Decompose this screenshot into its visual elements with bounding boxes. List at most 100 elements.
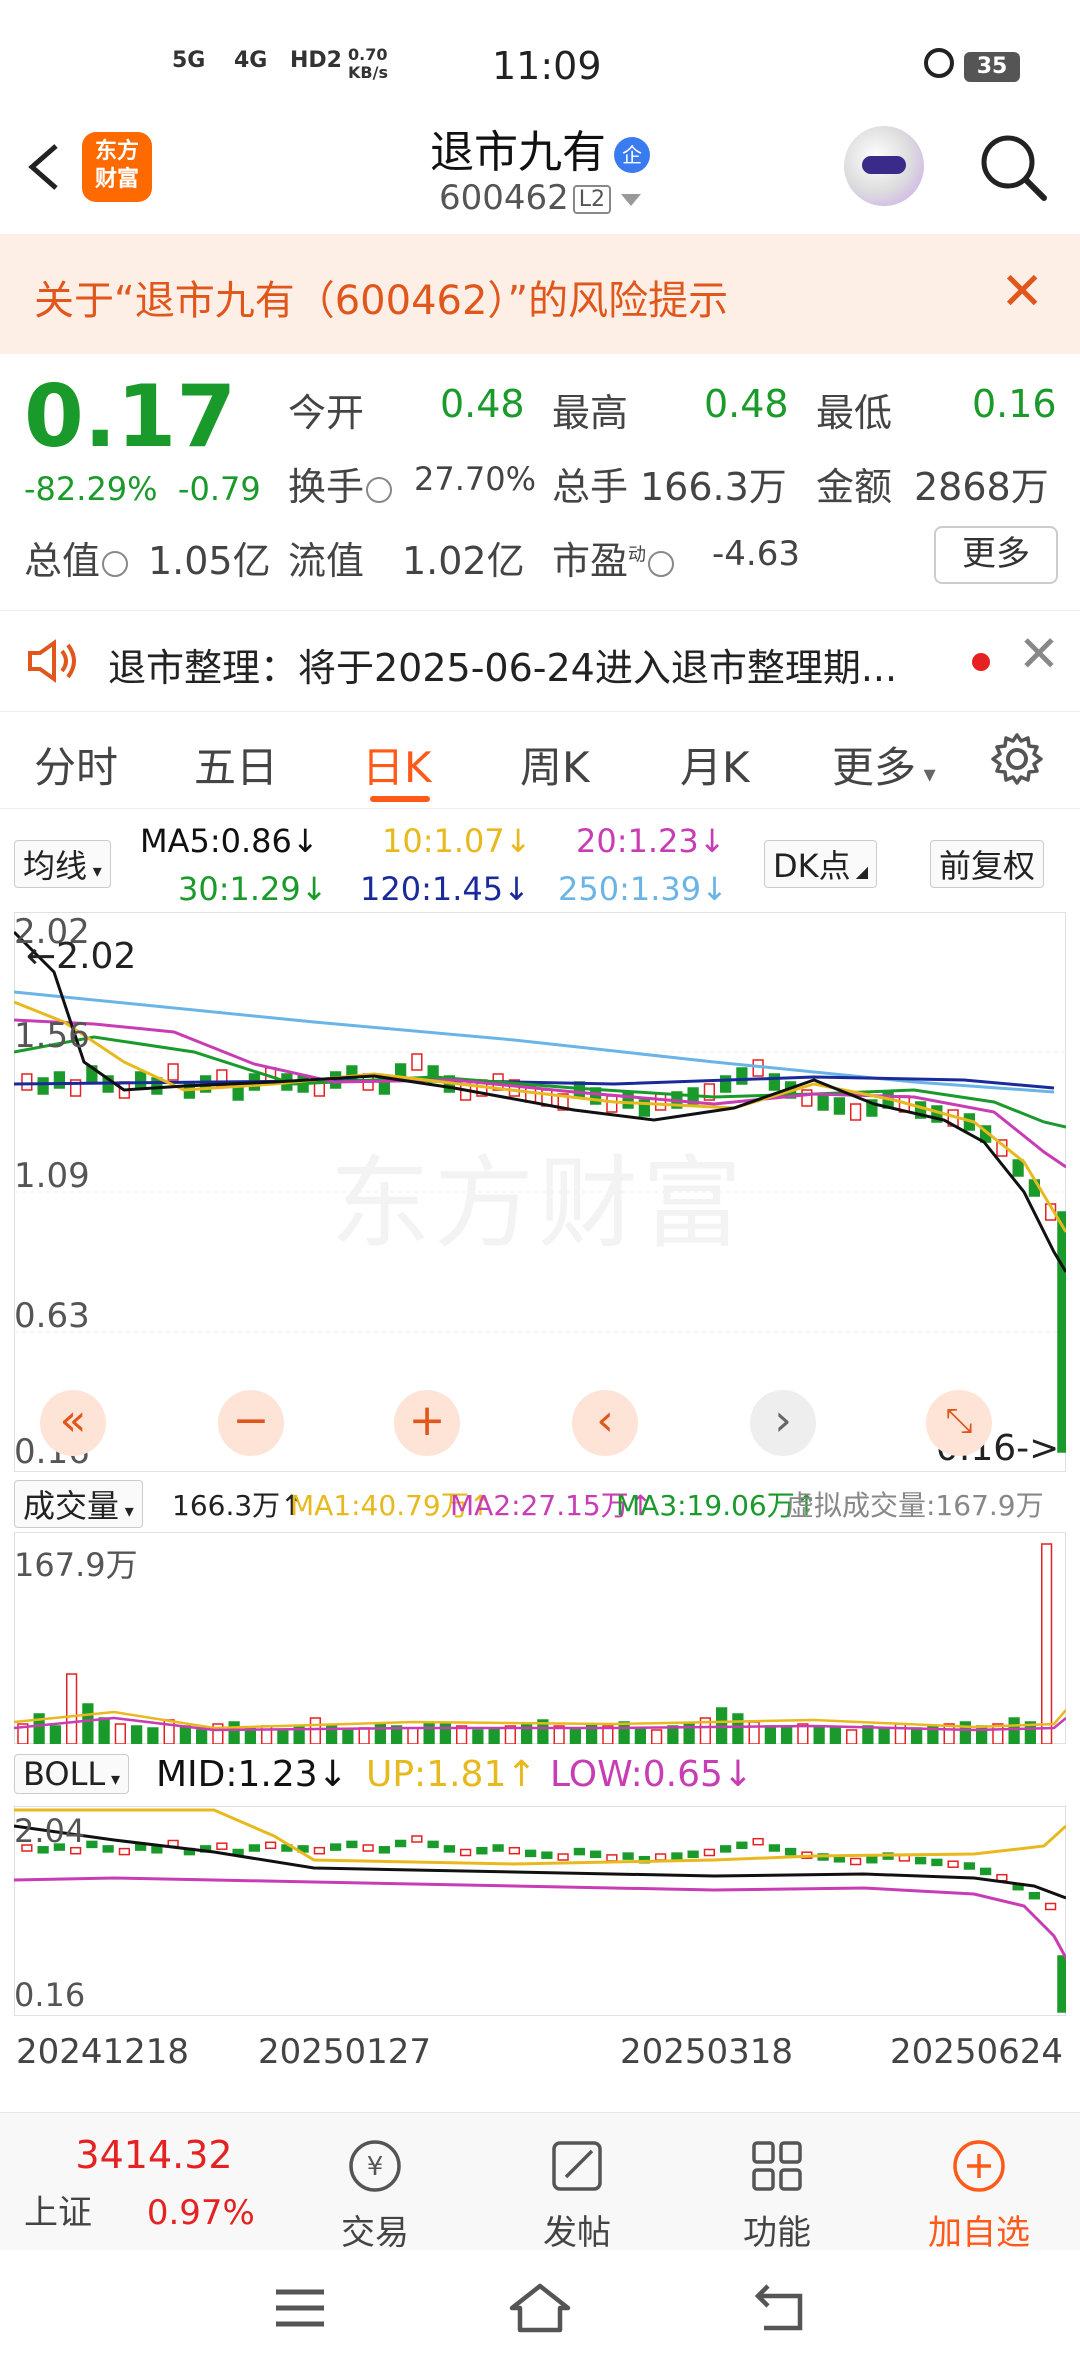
date-axis: 20241218 20250127 20250318 20250624 bbox=[0, 2028, 1080, 2078]
candle bbox=[606, 1854, 618, 1862]
candle bbox=[1028, 1891, 1040, 1900]
candle bbox=[736, 1067, 748, 1085]
info-icon[interactable] bbox=[366, 476, 393, 503]
back-icon[interactable] bbox=[752, 2282, 808, 2334]
menu-icon[interactable] bbox=[272, 2286, 328, 2330]
nav-add-watchlist[interactable]: 加自选 bbox=[914, 2113, 1044, 2254]
candle bbox=[265, 1841, 277, 1850]
candle bbox=[37, 1077, 49, 1095]
candle bbox=[488, 1727, 500, 1744]
info-icon[interactable] bbox=[648, 550, 675, 577]
candle bbox=[703, 1848, 715, 1857]
tab-intraday[interactable]: 分时 bbox=[34, 734, 118, 795]
gear-icon[interactable] bbox=[990, 732, 1044, 786]
edit-icon bbox=[552, 2141, 602, 2191]
battery-icon: 35 bbox=[964, 52, 1020, 82]
candle bbox=[1057, 1211, 1066, 1453]
candle bbox=[135, 1071, 147, 1089]
candle bbox=[862, 1725, 874, 1744]
tab-five-day[interactable]: 五日 bbox=[194, 734, 278, 795]
boll-chart[interactable]: 2.04 0.16 bbox=[14, 1806, 1066, 2016]
indicator-select[interactable]: 均线 ▾ bbox=[14, 840, 111, 888]
candle bbox=[878, 1727, 890, 1744]
adjust-select[interactable]: 前复权 bbox=[930, 840, 1045, 888]
candle bbox=[151, 1846, 163, 1854]
volume-label: 总手 bbox=[552, 465, 629, 509]
y-label-3: 1.09 bbox=[14, 1156, 90, 1196]
net-speed: 0.70 KB/s bbox=[348, 45, 388, 82]
ma250-value: 250:1.39↓ bbox=[558, 870, 728, 908]
kline-chart[interactable]: 东方财富 2.02 1.56 1.09 0.63 0.16 ←2.02 0.16… bbox=[14, 912, 1066, 1472]
ai-assistant-icon[interactable] bbox=[844, 126, 924, 206]
header: 东方财富 退市九有企 600462 L2 bbox=[0, 110, 1080, 234]
float-label: 流值 bbox=[288, 539, 365, 583]
risk-warning-bar[interactable]: 关于“退市九有（600462）”的风险提示 ✕ bbox=[0, 234, 1080, 354]
bottom-nav: 3414.32 上证 0.97% ¥ 交易 发帖 功能 加自选 bbox=[0, 2112, 1080, 2254]
candle bbox=[1045, 1902, 1057, 1911]
candle bbox=[131, 1725, 143, 1744]
candle bbox=[606, 1095, 618, 1113]
close-icon[interactable]: ✕ bbox=[1000, 262, 1044, 322]
turnover-value: 27.70% bbox=[414, 460, 537, 498]
ma5-value: MA5:0.86↓ bbox=[140, 822, 319, 860]
index-ticker[interactable]: 3414.32 上证 0.97% bbox=[24, 2133, 284, 2234]
nav-functions[interactable]: 功能 bbox=[712, 2113, 842, 2254]
amount-label: 金额 bbox=[816, 465, 893, 509]
candle bbox=[768, 1073, 780, 1091]
candle bbox=[53, 1071, 65, 1089]
zoom-out-full-button[interactable]: « bbox=[40, 1390, 106, 1456]
zoom-out-button[interactable]: − bbox=[218, 1390, 284, 1456]
current-price: 0.17 bbox=[24, 367, 237, 467]
close-icon[interactable]: ✕ bbox=[1018, 625, 1060, 683]
candle bbox=[622, 1091, 634, 1109]
high-label: 最高 bbox=[552, 391, 629, 435]
delisting-notice[interactable]: 退市整理：将于2025-06-24进入退市整理期... ✕ bbox=[0, 610, 1080, 712]
boll-header: BOLL ▾ MID:1.23↓ UP:1.81↑ LOW:0.65↓ bbox=[0, 1748, 1080, 1808]
scroll-left-button[interactable]: ‹ bbox=[572, 1390, 638, 1456]
search-icon[interactable] bbox=[978, 132, 1048, 202]
risk-warning-text[interactable]: 关于“退市九有（600462）”的风险提示 bbox=[34, 268, 728, 326]
scroll-right-button[interactable]: › bbox=[750, 1390, 816, 1456]
tab-monthly-k[interactable]: 月K bbox=[680, 734, 750, 795]
ma30-value: 30:1.29↓ bbox=[178, 870, 328, 908]
boll-mid: MID:1.23↓ bbox=[156, 1754, 348, 1795]
candle bbox=[720, 1845, 732, 1853]
candle bbox=[395, 1839, 407, 1848]
info-icon[interactable] bbox=[102, 550, 129, 577]
tab-weekly-k[interactable]: 周K bbox=[520, 734, 590, 795]
volume-chart[interactable]: 167.9万 bbox=[14, 1532, 1066, 1744]
date-label-3: 20250318 bbox=[620, 2032, 794, 2072]
candle bbox=[813, 1725, 825, 1744]
signal-4g-icon: 4G bbox=[234, 48, 268, 73]
candle bbox=[114, 1723, 126, 1744]
nav-trade[interactable]: ¥ 交易 bbox=[310, 2113, 440, 2254]
candle bbox=[850, 1857, 862, 1866]
notice-text[interactable]: 退市整理：将于2025-06-24进入退市整理期... bbox=[108, 637, 897, 692]
fullscreen-icon[interactable]: ⤡ bbox=[926, 1390, 992, 1456]
candle bbox=[768, 1844, 780, 1852]
home-icon[interactable] bbox=[508, 2282, 572, 2334]
watermark: 东方财富 bbox=[330, 1145, 746, 1262]
turnover-label: 换手 bbox=[288, 456, 394, 511]
more-button[interactable]: 更多 bbox=[934, 526, 1058, 584]
tab-more[interactable]: 更多 ▾ bbox=[832, 734, 936, 795]
volume-indicator-select[interactable]: 成交量 ▾ bbox=[14, 1480, 143, 1528]
low-label: 最低 bbox=[816, 391, 893, 435]
candle bbox=[309, 1717, 321, 1744]
open-label: 今开 bbox=[288, 391, 365, 435]
float-value: 1.02亿 bbox=[402, 539, 525, 583]
candle bbox=[963, 1862, 975, 1870]
candle bbox=[732, 1713, 744, 1744]
candle bbox=[21, 1073, 33, 1091]
volume-header: 成交量 ▾ 166.3万↑ MA1:40.79万↑ MA2:27.15万↑ MA… bbox=[0, 1476, 1080, 1534]
candle bbox=[667, 1725, 679, 1744]
dk-point-select[interactable]: DK点 ◢ bbox=[764, 840, 878, 888]
nav-post[interactable]: 发帖 bbox=[512, 2113, 642, 2254]
high-value: 0.48 bbox=[704, 382, 789, 426]
zoom-in-button[interactable]: + bbox=[394, 1390, 460, 1456]
boll-indicator-select[interactable]: BOLL ▾ bbox=[14, 1754, 129, 1794]
high-marker: ←2.02 bbox=[26, 936, 137, 977]
tab-daily-k[interactable]: 日K bbox=[362, 734, 432, 795]
candle bbox=[82, 1703, 94, 1744]
virtual-volume: 虚拟成交量:167.9万 bbox=[786, 1489, 1044, 1522]
